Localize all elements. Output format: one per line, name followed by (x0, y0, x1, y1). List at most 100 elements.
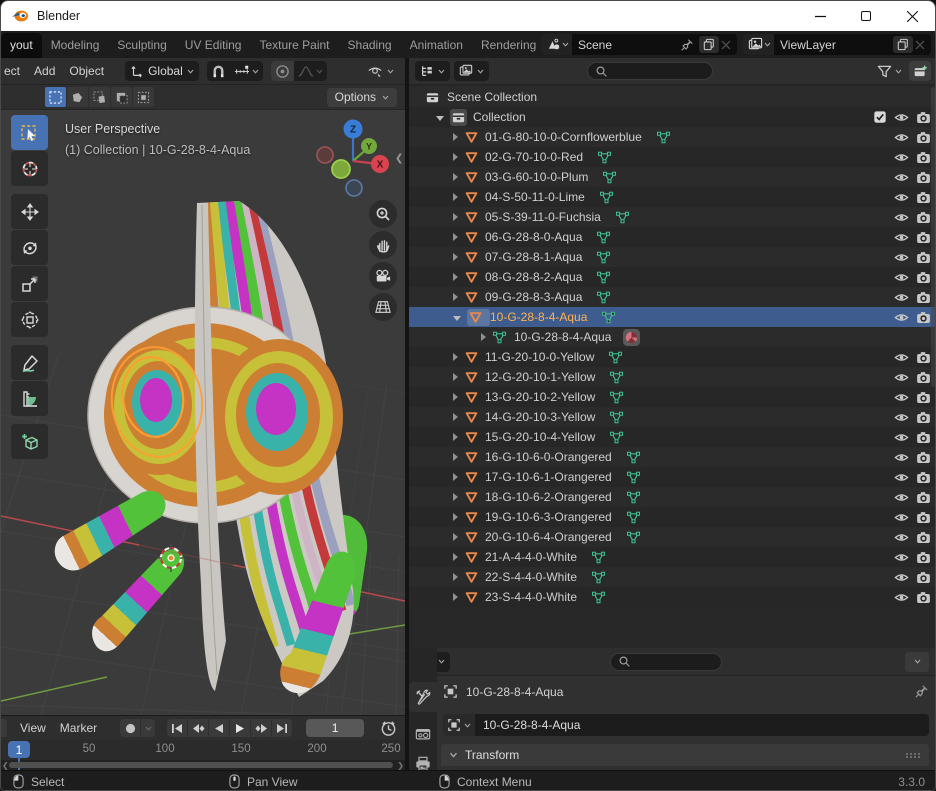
camera-icon[interactable] (916, 430, 931, 445)
tool-select-box[interactable] (11, 115, 48, 150)
timeline-view-menu[interactable]: View (13, 721, 53, 735)
options-button[interactable]: Options (327, 88, 397, 107)
outliner-object-row[interactable]: 15-G-20-10-4-Yellow (409, 427, 936, 447)
viewlayer-selector[interactable]: ViewLayer (743, 34, 931, 55)
eye-icon[interactable] (894, 230, 909, 245)
tool-transform[interactable] (11, 302, 48, 337)
disclosure-triangle[interactable] (453, 153, 458, 161)
outliner-object-row[interactable]: 09-G-28-8-3-Aqua (409, 287, 936, 307)
camera-icon[interactable] (916, 110, 931, 125)
eye-icon[interactable] (894, 510, 909, 525)
workspace-tab-shading[interactable]: Shading (339, 33, 401, 58)
snap-toggle-button[interactable] (207, 61, 230, 81)
camera-icon[interactable] (916, 370, 931, 385)
outliner-search[interactable] (587, 62, 713, 80)
camera-icon[interactable] (916, 510, 931, 525)
workspace-tab-rendering[interactable]: Rendering (472, 33, 545, 58)
scene-browse-button[interactable] (541, 34, 572, 55)
auto-keyframe-button[interactable] (120, 719, 140, 737)
camera-icon[interactable] (916, 470, 931, 485)
timeline-editor-dropdown[interactable] (1, 719, 7, 737)
camera-icon[interactable] (916, 230, 931, 245)
jump-to-start-button[interactable] (167, 719, 187, 737)
camera-icon[interactable] (916, 250, 931, 265)
jump-to-end-button[interactable] (272, 719, 292, 737)
eye-icon[interactable] (894, 110, 909, 125)
editor-type-dropdown[interactable] (415, 61, 450, 81)
outliner-object-row[interactable]: 13-G-20-10-2-Yellow (409, 387, 936, 407)
camera-icon[interactable] (916, 150, 931, 165)
camera-icon[interactable] (916, 450, 931, 465)
timeline-scroll-handle[interactable] (9, 762, 393, 768)
sidebar-toggle-arrow[interactable]: ❮ (395, 153, 403, 164)
disclosure-triangle[interactable] (453, 413, 458, 421)
snap-to-dropdown[interactable] (230, 61, 263, 81)
outliner-object-row[interactable]: 03-G-60-10-0-Plum (409, 167, 936, 187)
camera-icon[interactable] (916, 490, 931, 505)
outliner-object-row[interactable]: 16-G-10-6-0-Orangered (409, 447, 936, 467)
eye-icon[interactable] (894, 350, 909, 365)
zoom-button[interactable] (369, 200, 397, 228)
tool-scale[interactable] (11, 266, 48, 301)
eye-icon[interactable] (894, 250, 909, 265)
outliner-object-row[interactable]: 07-G-28-8-1-Aqua (409, 247, 936, 267)
remove-viewlayer-icon[interactable] (915, 40, 925, 50)
object-menu[interactable]: Object (62, 64, 111, 78)
outliner-object-row[interactable]: 06-G-28-8-0-Aqua (409, 227, 936, 247)
play-button[interactable] (230, 719, 250, 737)
disclosure-triangle[interactable] (453, 353, 458, 361)
scene-name[interactable]: Scene (572, 38, 680, 52)
select-mode-extend[interactable] (89, 87, 110, 107)
disclosure-triangle[interactable] (453, 453, 458, 461)
pin-icon[interactable] (680, 38, 694, 52)
scroll-right-arrow[interactable]: ❯ (397, 761, 404, 770)
new-scene-button[interactable] (699, 36, 719, 53)
tool-rotate[interactable] (11, 230, 48, 265)
workspace-tab-uv-editing[interactable]: UV Editing (176, 33, 251, 58)
select-menu[interactable]: ect (1, 64, 27, 78)
disclosure-triangle[interactable] (453, 253, 458, 261)
close-button[interactable] (889, 1, 935, 31)
eye-icon[interactable] (894, 370, 909, 385)
outliner-scrollbar[interactable] (931, 87, 936, 387)
outliner-object-row[interactable]: 18-G-10-6-2-Orangered (409, 487, 936, 507)
workspace-tab-animation[interactable]: Animation (401, 33, 472, 58)
disclosure-triangle[interactable] (453, 513, 458, 521)
eye-icon[interactable] (894, 530, 909, 545)
workspace-tab-sculpting[interactable]: Sculpting (108, 33, 175, 58)
camera-icon[interactable] (916, 350, 931, 365)
camera-icon[interactable] (916, 170, 931, 185)
viewlayer-browse-button[interactable] (743, 34, 774, 55)
checkbox-icon[interactable] (873, 110, 887, 124)
disclosure-triangle[interactable] (453, 573, 458, 581)
tool-add-cube[interactable] (11, 424, 48, 459)
disclosure-triangle[interactable] (453, 173, 458, 181)
outliner-object-row[interactable]: 04-S-50-11-0-Lime (409, 187, 936, 207)
filter-icon[interactable] (877, 64, 892, 79)
keying-set-dropdown[interactable] (141, 719, 155, 737)
timeline-marker-menu[interactable]: Marker (53, 721, 104, 735)
disclosure-triangle[interactable] (453, 473, 458, 481)
new-collection-button[interactable] (909, 61, 931, 81)
outliner-object-row[interactable]: 23-S-4-4-0-White (409, 587, 936, 607)
outliner-meshdata-row[interactable]: 10-G-28-8-4-Aqua (409, 327, 936, 347)
eye-icon[interactable] (894, 450, 909, 465)
tool-move[interactable] (11, 194, 48, 229)
select-mode-subtract[interactable] (111, 87, 132, 107)
eye-icon[interactable] (894, 310, 909, 325)
eye-icon[interactable] (894, 270, 909, 285)
eye-icon[interactable] (894, 170, 909, 185)
disclosure-triangle[interactable] (453, 213, 458, 221)
clock-icon[interactable] (380, 720, 397, 737)
ortho-toggle-button[interactable] (369, 293, 397, 321)
workspace-tab-texture-paint[interactable]: Texture Paint (250, 33, 338, 58)
eye-icon[interactable] (894, 410, 909, 425)
properties-search[interactable] (610, 653, 722, 671)
disclosure-triangle[interactable] (453, 373, 458, 381)
properties-options-dropdown[interactable] (905, 652, 929, 672)
select-mode-tweak[interactable] (45, 87, 66, 107)
panel-grip[interactable] (906, 753, 921, 758)
outliner-object-row[interactable]: 02-G-70-10-0-Red (409, 147, 936, 167)
disclosure-triangle[interactable] (453, 273, 458, 281)
camera-icon[interactable] (916, 310, 931, 325)
